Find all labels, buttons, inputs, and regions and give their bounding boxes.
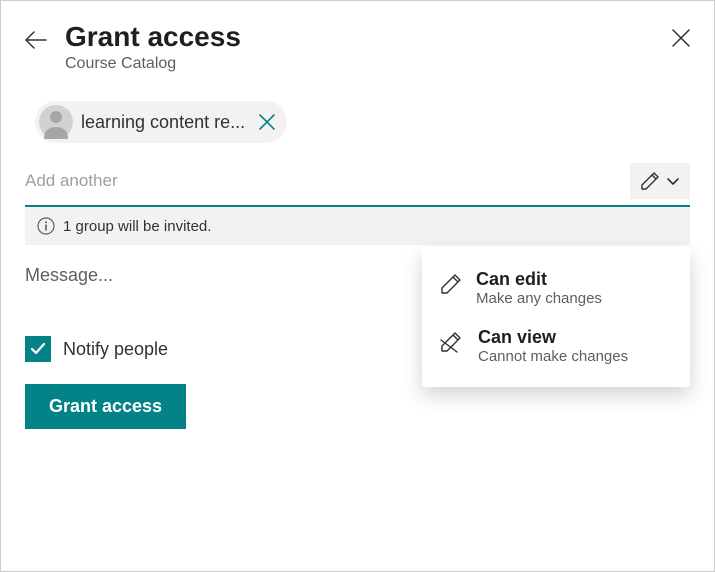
dialog-subtitle: Course Catalog — [65, 55, 654, 73]
info-icon — [37, 217, 55, 235]
notify-checkbox[interactable] — [25, 336, 51, 362]
info-text: 1 group will be invited. — [63, 218, 211, 235]
dropdown-item-can-view[interactable]: Can view Cannot make changes — [422, 317, 690, 375]
dropdown-item-sub: Cannot make changes — [478, 348, 628, 365]
selected-group-chip: learning content re... — [35, 101, 287, 143]
dropdown-item-title: Can view — [478, 327, 628, 348]
back-button[interactable] — [25, 29, 47, 51]
dialog-title: Grant access — [65, 21, 654, 53]
chip-remove-button[interactable] — [259, 114, 275, 130]
permission-toggle[interactable] — [630, 163, 690, 199]
pencil-slash-icon — [440, 331, 464, 353]
close-icon — [259, 114, 275, 130]
arrow-left-icon — [25, 31, 47, 49]
chevron-down-icon — [666, 174, 680, 188]
pencil-icon — [640, 171, 660, 191]
avatar — [39, 105, 73, 139]
notify-label: Notify people — [63, 339, 168, 360]
add-another-input[interactable] — [25, 167, 630, 195]
person-icon — [39, 105, 73, 139]
chip-label: learning content re... — [81, 112, 245, 133]
pencil-icon — [440, 273, 462, 295]
checkmark-icon — [29, 340, 47, 358]
dropdown-item-can-edit[interactable]: Can edit Make any changes — [422, 259, 690, 317]
close-icon — [672, 29, 690, 47]
dropdown-item-sub: Make any changes — [476, 290, 602, 307]
dropdown-item-title: Can edit — [476, 269, 602, 290]
permission-dropdown: Can edit Make any changes Can view Canno… — [422, 247, 690, 387]
close-button[interactable] — [672, 29, 690, 47]
grant-access-button[interactable]: Grant access — [25, 384, 186, 429]
info-bar: 1 group will be invited. — [25, 207, 690, 245]
